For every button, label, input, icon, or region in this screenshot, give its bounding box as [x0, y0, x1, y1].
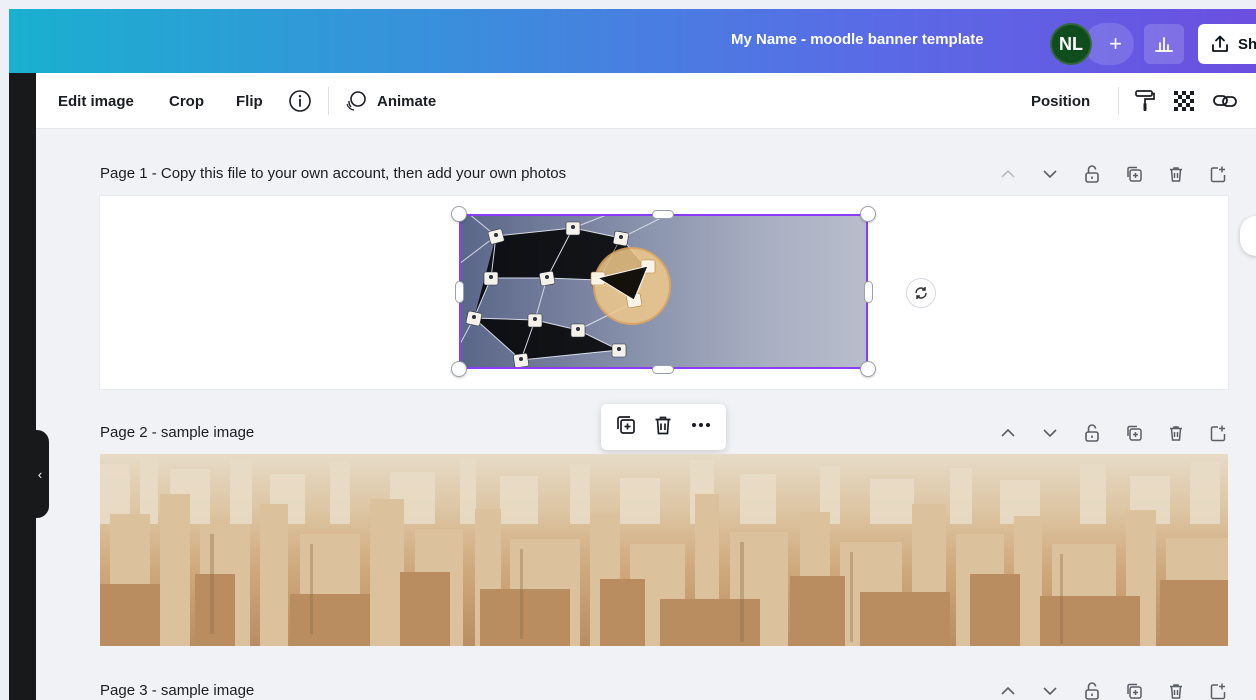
transparency-icon — [1174, 91, 1194, 111]
add-page-icon[interactable] — [1206, 679, 1230, 700]
page-tools-3 — [996, 679, 1230, 700]
trash-icon[interactable] — [1164, 162, 1188, 186]
toolbar-divider — [328, 87, 329, 115]
share-upload-icon — [1212, 35, 1228, 52]
page-title-3: Page 3 - sample image — [100, 682, 255, 699]
animate-label: Animate — [377, 92, 437, 110]
trash-icon[interactable] — [1164, 421, 1188, 445]
chevron-left-icon: ‹ — [37, 466, 43, 482]
chevron-down-icon[interactable] — [1038, 679, 1062, 700]
chevron-up-icon[interactable] — [996, 421, 1020, 445]
bar-chart-icon — [1155, 37, 1173, 52]
crop-button[interactable]: Crop — [169, 73, 204, 129]
link-icon — [1213, 95, 1237, 107]
trash-icon[interactable] — [1164, 679, 1188, 700]
chevron-up-icon[interactable] — [996, 679, 1020, 700]
duplicate-page-icon[interactable] — [1122, 162, 1146, 186]
window-frame-left — [0, 0, 9, 700]
element-context-menu — [601, 404, 726, 450]
duplicate-icon[interactable] — [615, 414, 637, 441]
page-title-1: Page 1 - Copy this file to your own acco… — [100, 165, 567, 182]
copy-style-button[interactable] — [1133, 73, 1157, 129]
resize-handle-top-left[interactable] — [451, 206, 467, 222]
share-label: Sh — [1238, 35, 1256, 53]
resize-handle-top[interactable] — [652, 210, 674, 219]
edit-image-button[interactable]: Edit image — [58, 73, 134, 129]
resize-handle-top-right[interactable] — [860, 206, 876, 222]
selection-border — [459, 214, 868, 369]
link-button[interactable] — [1212, 73, 1238, 129]
side-panel-toggle[interactable] — [1240, 216, 1256, 256]
chevron-up-icon[interactable] — [996, 162, 1020, 186]
duplicate-page-icon[interactable] — [1122, 679, 1146, 700]
share-button[interactable]: Sh — [1198, 24, 1256, 64]
resize-handle-right[interactable] — [864, 281, 873, 303]
resize-handle-bottom-right[interactable] — [860, 361, 876, 377]
lock-icon[interactable] — [1080, 162, 1104, 186]
resize-handle-bottom-left[interactable] — [451, 361, 467, 377]
resize-handle-bottom[interactable] — [652, 365, 674, 374]
document-title[interactable]: My Name - moodle banner template — [731, 31, 984, 48]
lock-icon[interactable] — [1080, 421, 1104, 445]
avatar[interactable]: NL — [1050, 23, 1092, 65]
duplicate-page-icon[interactable] — [1122, 421, 1146, 445]
lock-icon[interactable] — [1080, 679, 1104, 700]
window-frame-top — [0, 0, 1256, 9]
left-sidebar — [9, 73, 36, 700]
collapse-sidebar-button[interactable]: ‹ — [9, 430, 49, 518]
city-skyline-image[interactable] — [100, 454, 1228, 646]
more-options-icon[interactable] — [689, 414, 713, 441]
editor-header: My Name - moodle banner template + NL Sh — [9, 9, 1256, 73]
trash-icon[interactable] — [652, 414, 674, 441]
city-illustration — [100, 454, 1228, 646]
page-tools-1 — [996, 162, 1230, 186]
animate-button[interactable]: Animate — [343, 73, 436, 129]
chevron-down-icon[interactable] — [1038, 421, 1062, 445]
add-page-icon[interactable] — [1206, 162, 1230, 186]
chevron-down-icon[interactable] — [1038, 162, 1062, 186]
insights-button[interactable] — [1144, 24, 1184, 64]
position-button[interactable]: Position — [1031, 73, 1090, 129]
transparency-button[interactable] — [1172, 73, 1196, 129]
info-icon — [289, 90, 311, 112]
paint-roller-icon — [1135, 90, 1155, 111]
info-button[interactable] — [288, 73, 312, 129]
add-page-icon[interactable] — [1206, 421, 1230, 445]
flip-button[interactable]: Flip — [236, 73, 263, 129]
animate-icon — [346, 91, 366, 111]
page-tools-2 — [996, 421, 1230, 445]
toolbar-divider — [1118, 87, 1119, 115]
page-title-2: Page 2 - sample image — [100, 424, 255, 441]
resize-handle-left[interactable] — [455, 281, 464, 303]
context-toolbar: Edit image Crop Flip Animate Position — [36, 73, 1256, 129]
rotate-icon — [915, 287, 927, 299]
rotate-button[interactable] — [906, 278, 936, 308]
